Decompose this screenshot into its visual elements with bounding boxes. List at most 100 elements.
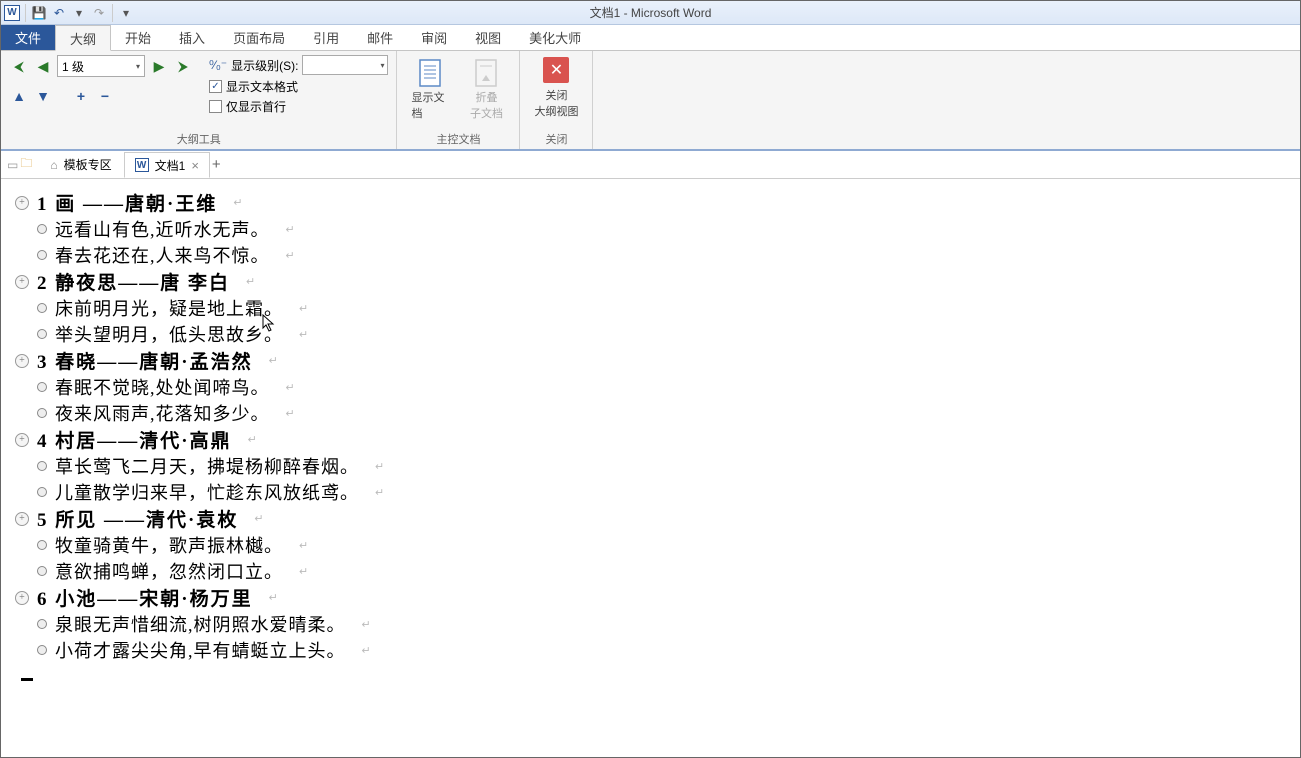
- show-level-combo[interactable]: ▾: [302, 55, 388, 75]
- outline-body-row[interactable]: 牧童骑黄牛，歌声振林樾。 ↵: [15, 532, 1286, 558]
- paragraph-mark-icon: ↵: [362, 618, 371, 631]
- open-folder-icon[interactable]: 🗀: [20, 154, 32, 175]
- expand-collapse-icon[interactable]: +: [15, 433, 29, 447]
- heading-text[interactable]: 1 画 ——唐朝·王维: [37, 189, 217, 216]
- move-up-icon[interactable]: ▲: [9, 86, 29, 106]
- only-firstline-label: 仅显示首行: [226, 98, 286, 115]
- redo-icon[interactable]: ↷: [90, 4, 108, 22]
- heading-text[interactable]: 3 春晓——唐朝·孟浩然: [37, 347, 253, 374]
- close-outline-view-button[interactable]: ✕ 关闭 大纲视图: [528, 55, 584, 121]
- collapse-icon[interactable]: −: [95, 86, 115, 106]
- outline-body-row[interactable]: 草长莺飞二月天，拂堤杨柳醉春烟。 ↵: [15, 453, 1286, 479]
- outline-heading-row[interactable]: +1 画 ——唐朝·王维 ↵: [15, 189, 1286, 216]
- close-label1: 关闭: [545, 87, 567, 103]
- undo-dropdown-icon[interactable]: ▾: [70, 4, 88, 22]
- outline-heading-row[interactable]: +6 小池——宋朝·杨万里↵: [15, 584, 1286, 611]
- outline-body-row[interactable]: 远看山有色,近听水无声。↵: [15, 216, 1286, 242]
- word-app-icon[interactable]: W: [3, 4, 21, 22]
- outline-heading-row[interactable]: +2 静夜思——唐 李白↵: [15, 268, 1286, 295]
- body-text[interactable]: 远看山有色,近听水无声。: [55, 216, 270, 242]
- outline-body-row[interactable]: 泉眼无声惜细流,树阴照水爱晴柔。 ↵: [15, 611, 1286, 637]
- window-title: 文档1 - Microsoft Word: [590, 4, 712, 21]
- body-text[interactable]: 草长莺飞二月天，拂堤杨柳醉春烟。: [55, 453, 359, 479]
- tab-review[interactable]: 审阅: [407, 25, 461, 50]
- paragraph-mark-icon: ↵: [375, 460, 384, 473]
- show-document-label: 显示文档: [411, 89, 449, 121]
- body-text[interactable]: 牧童骑黄牛，歌声振林樾。: [55, 532, 283, 558]
- tab-pagelayout[interactable]: 页面布局: [219, 25, 299, 50]
- body-text[interactable]: 举头望明月，低头思故乡。: [55, 321, 283, 347]
- demote-icon[interactable]: ▶: [149, 56, 169, 76]
- outline-body-row[interactable]: 举头望明月，低头思故乡。↵: [15, 321, 1286, 347]
- text-caret-row: [15, 663, 1286, 689]
- outline-level-combo[interactable]: 1 级 ▾: [57, 55, 145, 77]
- paragraph-mark-icon: ↵: [286, 249, 295, 262]
- expand-collapse-icon[interactable]: +: [15, 591, 29, 605]
- checkbox-show-textformat[interactable]: ✓: [209, 80, 222, 93]
- show-document-button[interactable]: 显示文档: [405, 55, 455, 123]
- body-text[interactable]: 春眠不觉晓,处处闻啼鸟。: [55, 374, 270, 400]
- expand-collapse-icon[interactable]: +: [15, 275, 29, 289]
- outline-body-row[interactable]: 床前明月光，疑是地上霜。↵: [15, 295, 1286, 321]
- save-icon[interactable]: 💾: [30, 4, 48, 22]
- tab-outline[interactable]: 大纲: [55, 25, 111, 51]
- file-tab[interactable]: 文件: [1, 25, 55, 50]
- paragraph-mark-icon: ↵: [233, 196, 242, 209]
- expand-icon[interactable]: +: [71, 86, 91, 106]
- promote-icon[interactable]: ◀: [33, 56, 53, 76]
- new-blank-doc-icon[interactable]: ▭: [7, 158, 18, 172]
- tab-home[interactable]: 开始: [111, 25, 165, 50]
- expand-collapse-icon[interactable]: +: [15, 196, 29, 210]
- demote-to-body-icon[interactable]: ⮞: [173, 56, 193, 76]
- group-label-outline-tools: 大纲工具: [9, 129, 388, 149]
- outline-body-row[interactable]: 小荷才露尖尖角,早有蜻蜓立上头。 ↵: [15, 637, 1286, 663]
- body-bullet-icon: [37, 408, 47, 418]
- outline-heading-row[interactable]: +5 所见 ——清代·袁枚↵: [15, 505, 1286, 532]
- ribbon-group-master-document: 显示文档 折叠 子文档 主控文档: [397, 51, 520, 149]
- move-down-icon[interactable]: ▼: [33, 86, 53, 106]
- paragraph-mark-icon: ↵: [286, 381, 295, 394]
- template-zone-tab[interactable]: ⌂ 模板专区: [40, 152, 121, 178]
- collapse-subdocs-icon: [470, 57, 502, 89]
- body-text[interactable]: 床前明月光，疑是地上霜。: [55, 295, 283, 321]
- expand-collapse-icon[interactable]: +: [15, 354, 29, 368]
- tab-references[interactable]: 引用: [299, 25, 353, 50]
- document-outline-content[interactable]: +1 画 ——唐朝·王维↵远看山有色,近听水无声。↵春去花还在,人来鸟不惊。↵+…: [1, 179, 1300, 757]
- heading-text[interactable]: 6 小池——宋朝·杨万里: [37, 584, 253, 611]
- checkbox-only-firstline[interactable]: [209, 100, 222, 113]
- outline-heading-row[interactable]: +3 春晓——唐朝·孟浩然↵: [15, 347, 1286, 374]
- body-text[interactable]: 儿童散学归来早，忙趁东风放纸鸢。: [55, 479, 359, 505]
- outline-body-row[interactable]: 春去花还在,人来鸟不惊。 ↵: [15, 242, 1286, 268]
- tab-insert[interactable]: 插入: [165, 25, 219, 50]
- outline-body-row[interactable]: 儿童散学归来早，忙趁东风放纸鸢。↵: [15, 479, 1286, 505]
- heading-text[interactable]: 2 静夜思——唐 李白: [37, 268, 230, 295]
- body-text[interactable]: 小荷才露尖尖角,早有蜻蜓立上头。: [55, 637, 346, 663]
- expand-collapse-icon[interactable]: +: [15, 512, 29, 526]
- outline-heading-row[interactable]: +4 村居——清代·高鼎↵: [15, 426, 1286, 453]
- paragraph-mark-icon: ↵: [299, 539, 308, 552]
- chevron-down-icon: ▾: [136, 62, 140, 71]
- paragraph-mark-icon: ↵: [362, 644, 371, 657]
- qat-dropdown-icon[interactable]: ▾: [117, 4, 135, 22]
- promote-to-heading1-icon[interactable]: ⮜: [9, 56, 29, 76]
- outline-body-row[interactable]: 夜来风雨声,花落知多少。↵: [15, 400, 1286, 426]
- show-level-label: 显示级别(S):: [231, 57, 298, 74]
- body-text[interactable]: 夜来风雨声,花落知多少。: [55, 400, 270, 426]
- tab-beautify[interactable]: 美化大师: [515, 25, 595, 50]
- body-bullet-icon: [37, 487, 47, 497]
- heading-text[interactable]: 5 所见 ——清代·袁枚: [37, 505, 238, 532]
- outline-body-row[interactable]: 意欲捕鸣蝉，忽然闭口立。↵: [15, 558, 1286, 584]
- body-text[interactable]: 意欲捕鸣蝉，忽然闭口立。: [55, 558, 283, 584]
- tab-view[interactable]: 视图: [461, 25, 515, 50]
- tab-mailings[interactable]: 邮件: [353, 25, 407, 50]
- template-zone-label: 模板专区: [64, 156, 112, 173]
- close-icon: ✕: [543, 57, 569, 83]
- undo-icon[interactable]: ↶: [50, 4, 68, 22]
- body-text[interactable]: 泉眼无声惜细流,树阴照水爱晴柔。: [55, 611, 346, 637]
- doc1-tab[interactable]: W 文档1 ×: [124, 152, 210, 178]
- outline-body-row[interactable]: 春眠不觉晓,处处闻啼鸟。 ↵: [15, 374, 1286, 400]
- close-tab-icon[interactable]: ×: [191, 158, 199, 173]
- body-text[interactable]: 春去花还在,人来鸟不惊。: [55, 242, 270, 268]
- add-tab-icon[interactable]: +: [212, 156, 221, 173]
- heading-text[interactable]: 4 村居——清代·高鼎: [37, 426, 232, 453]
